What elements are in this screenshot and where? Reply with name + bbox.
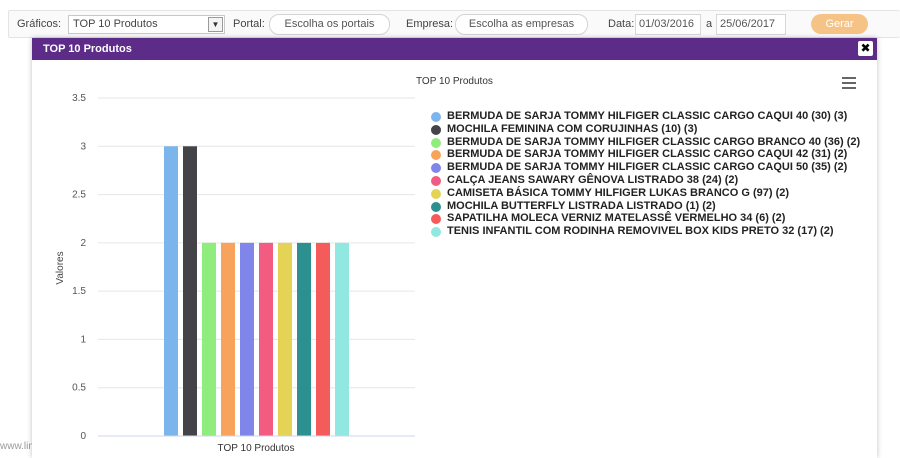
y-tick-label: 1.5 bbox=[72, 286, 86, 297]
legend-dot-icon bbox=[431, 201, 441, 212]
bar-4[interactable] bbox=[221, 242, 235, 436]
y-axis-title: Valores bbox=[55, 251, 66, 284]
legend-dot-icon bbox=[431, 112, 441, 122]
legend-dot-icon bbox=[431, 176, 441, 186]
y-tick-labels: 0 0.5 1 1.5 2 2.5 3 3.5 bbox=[72, 93, 86, 442]
y-tick-label: 0 bbox=[80, 431, 86, 442]
legend-dot-icon bbox=[431, 124, 441, 135]
bar-2[interactable] bbox=[183, 146, 197, 437]
bar-7[interactable] bbox=[278, 242, 292, 436]
bar-9[interactable] bbox=[316, 242, 330, 436]
legend-label: CALÇA JEANS SAWARY GÊNOVA LISTRADO 38 (2… bbox=[447, 174, 739, 186]
legend-dot-icon bbox=[431, 188, 441, 199]
hamburger-menu-icon[interactable] bbox=[842, 77, 856, 89]
legend-label: MOCHILA FEMININA COM CORUJINHAS (10) (3) bbox=[447, 122, 698, 135]
legend-label: BERMUDA DE SARJA TOMMY HILFIGER CLASSIC … bbox=[447, 135, 861, 148]
bar-5[interactable] bbox=[240, 242, 254, 436]
legend-label: SAPATILHA MOLECA VERNIZ MATELASSÊ VERMEL… bbox=[447, 212, 786, 225]
chart-title: TOP 10 Produtos bbox=[416, 76, 493, 87]
bar-8[interactable] bbox=[297, 242, 311, 436]
legend-label: BERMUDA DE SARJA TOMMY HILFIGER CLASSIC … bbox=[447, 110, 848, 122]
x-category-label: TOP 10 Produtos bbox=[218, 443, 295, 452]
y-tick-label: 3 bbox=[80, 141, 86, 152]
legend-label: BERMUDA DE SARJA TOMMY HILFIGER CLASSIC … bbox=[447, 148, 848, 161]
grid-lines bbox=[98, 97, 415, 389]
legend-dot-icon bbox=[431, 137, 441, 148]
legend-label: TENIS INFANTIL COM RODINHA REMOVIVEL BOX… bbox=[447, 225, 834, 238]
legend-label: BERMUDA DE SARJA TOMMY HILFIGER CLASSIC … bbox=[447, 161, 848, 174]
y-tick-label: 2.5 bbox=[72, 190, 86, 201]
legend-label: MOCHILA BUTTERFLY LISTRADA LISTRADO (1) … bbox=[447, 199, 716, 212]
bar-3[interactable] bbox=[202, 242, 216, 436]
bar-10[interactable] bbox=[335, 242, 349, 436]
y-tick-label: 0.5 bbox=[72, 383, 86, 394]
y-tick-label: 3.5 bbox=[72, 93, 86, 104]
y-tick-label: 1 bbox=[80, 334, 86, 345]
legend-label: CAMISETA BÁSICA TOMMY HILFIGER LUKAS BRA… bbox=[447, 186, 790, 199]
bar-1[interactable] bbox=[164, 146, 178, 437]
y-tick-label: 2 bbox=[80, 238, 86, 249]
bar-6[interactable] bbox=[259, 242, 273, 436]
